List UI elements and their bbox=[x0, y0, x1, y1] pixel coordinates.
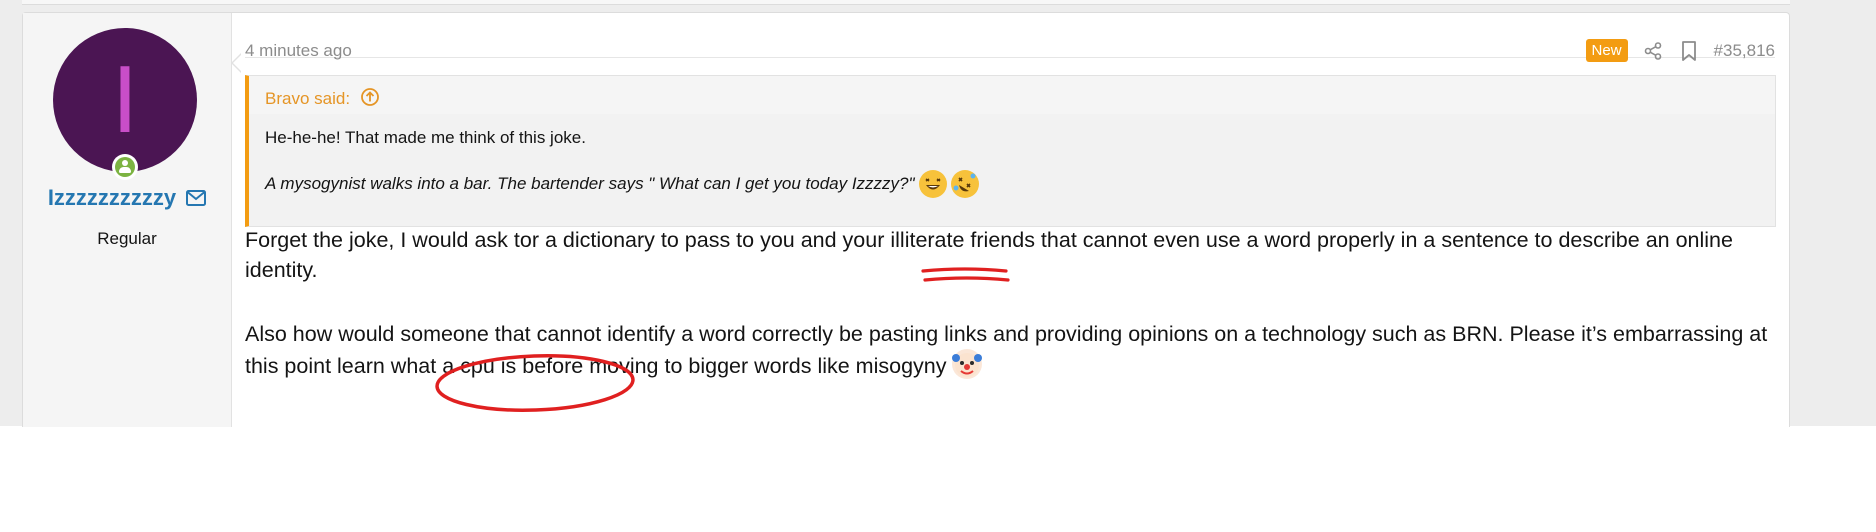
paragraph-1: Forget the joke, I would ask tor a dicti… bbox=[245, 225, 1785, 285]
avatar[interactable]: I bbox=[53, 28, 197, 172]
quote-author[interactable]: Bravo said: bbox=[265, 89, 350, 109]
clown-face-emoji bbox=[952, 349, 983, 379]
rolling-on-floor-laughing-emoji bbox=[950, 170, 979, 198]
highlighted-word: illiterate bbox=[890, 228, 965, 252]
user-info-column: I Izzzzzzzzzzy Regular bbox=[23, 13, 232, 427]
paragraph-2-text: Also how would someone that cannot ident… bbox=[245, 322, 1768, 378]
quote-attribution[interactable]: Bravo said: bbox=[265, 86, 380, 112]
paragraph-1-start: Forget the joke, I would ask tor a dicti… bbox=[245, 228, 891, 252]
username-link[interactable]: Izzzzzzzzzzy bbox=[48, 185, 176, 211]
new-badge: New bbox=[1585, 39, 1628, 62]
avatar-letter: I bbox=[111, 46, 139, 153]
user-title: Regular bbox=[97, 229, 157, 248]
post-meta-row: 4 minutes ago New #35,816 bbox=[245, 27, 1775, 62]
quote-line-1: He-he-he! That made me think of this jok… bbox=[265, 128, 586, 147]
previous-post-edge bbox=[22, 0, 1790, 5]
quote-joke-text: A mysogynist walks into a bar. The barte… bbox=[265, 174, 915, 193]
quote-line-2: A mysogynist walks into a bar. The barte… bbox=[265, 170, 979, 198]
quote-block: Bravo said: He-he-he! That made me think… bbox=[245, 75, 1776, 227]
share-icon[interactable] bbox=[1642, 40, 1664, 62]
post-number-link[interactable]: #35,816 bbox=[1714, 41, 1775, 61]
username-row: Izzzzzzzzzzy bbox=[43, 185, 211, 211]
message-arrow-inner bbox=[233, 54, 242, 72]
grinning-squinting-face-emoji bbox=[918, 170, 947, 198]
envelope-icon[interactable] bbox=[186, 190, 207, 206]
forum-post: I Izzzzzzzzzzy Regular 4 minutes ago New… bbox=[22, 12, 1790, 427]
post-timestamp[interactable]: 4 minutes ago bbox=[245, 41, 352, 61]
online-user-icon bbox=[112, 154, 138, 180]
arrow-up-circle-icon[interactable] bbox=[360, 87, 380, 112]
post-actions: New #35,816 bbox=[1585, 39, 1775, 62]
bookmark-icon[interactable] bbox=[1678, 40, 1700, 62]
quote-content: He-he-he! That made me think of this jok… bbox=[249, 114, 1775, 226]
paragraph-2: Also how would someone that cannot ident… bbox=[245, 319, 1785, 381]
post-body: Forget the joke, I would ask tor a dicti… bbox=[245, 225, 1785, 381]
